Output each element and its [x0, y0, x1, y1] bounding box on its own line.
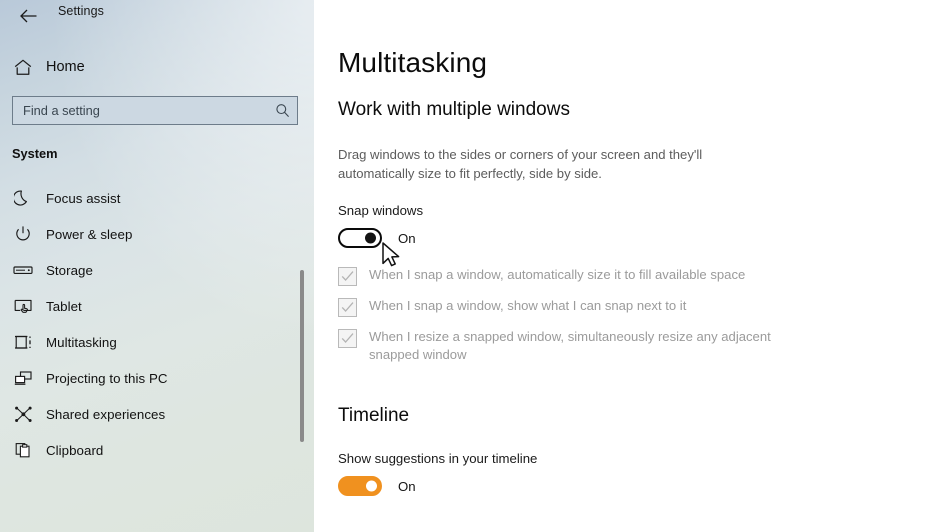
search-input[interactable]: Find a setting — [13, 97, 267, 124]
snap-checkbox-simultaneous-resize[interactable]: When I resize a snapped window, simultan… — [338, 328, 789, 364]
timeline-suggestions-state: On — [398, 478, 416, 494]
timeline-suggestions-label: Show suggestions in your timeline — [338, 451, 538, 466]
checkbox-label: When I snap a window, automatically size… — [369, 267, 746, 282]
timeline-suggestions-switch[interactable] — [338, 476, 382, 496]
checkbox-checked-disabled-icon[interactable] — [338, 329, 357, 348]
snap-windows-toggle[interactable]: On — [338, 228, 416, 248]
storage-icon — [0, 263, 46, 277]
checkbox-checked-disabled-icon[interactable] — [338, 298, 357, 317]
sidebar-item-label: Focus assist — [46, 190, 121, 206]
settings-window: Settings Home Find a setting System Focu… — [0, 0, 944, 532]
sidebar-item-label: Storage — [46, 262, 93, 278]
multitasking-icon — [0, 334, 46, 351]
snap-windows-state: On — [398, 230, 416, 246]
snap-windows-switch[interactable] — [338, 228, 382, 248]
moon-icon — [0, 189, 46, 207]
snap-windows-label: Snap windows — [338, 203, 424, 218]
sidebar-section-title: System — [12, 146, 58, 161]
sidebar-item-focus-assist[interactable]: Focus assist — [0, 180, 300, 216]
checkbox-checked-disabled-icon[interactable] — [338, 267, 357, 286]
sidebar-item-label: Multitasking — [46, 334, 117, 350]
home-icon — [0, 59, 46, 76]
power-icon — [0, 225, 46, 243]
sidebar-item-label: Tablet — [46, 298, 82, 314]
sidebar-item-label: Projecting to this PC — [46, 370, 168, 386]
sidebar-scrollbar-thumb[interactable] — [300, 270, 304, 442]
sidebar-item-label: Shared experiences — [46, 406, 166, 422]
sidebar-nav-list: Focus assist Power & sleep Storage Table… — [0, 180, 300, 468]
sidebar-item-storage[interactable]: Storage — [0, 252, 300, 288]
sidebar-item-multitasking[interactable]: Multitasking — [0, 324, 300, 360]
sidebar-scrollbar[interactable] — [297, 44, 307, 524]
sidebar-item-clipboard[interactable]: Clipboard — [0, 432, 300, 468]
clipboard-icon — [0, 441, 46, 459]
search-box[interactable]: Find a setting — [12, 96, 298, 125]
timeline-suggestions-toggle[interactable]: On — [338, 476, 416, 496]
sidebar-item-home[interactable]: Home — [0, 52, 300, 82]
back-arrow-icon[interactable] — [6, 0, 50, 32]
sidebar: Settings Home Find a setting System Focu… — [0, 0, 314, 532]
checkbox-label: When I snap a window, show what I can sn… — [369, 298, 687, 313]
window-title: Settings — [58, 4, 104, 18]
section-description: Drag windows to the sides or corners of … — [338, 147, 703, 181]
share-nodes-icon — [0, 406, 46, 423]
main-content: Multitasking Work with multiple windows … — [314, 0, 944, 532]
switch-knob — [365, 232, 376, 244]
page-title: Multitasking — [338, 47, 488, 78]
section-heading-work-with-multiple-windows: Work with multiple windows — [338, 99, 570, 120]
checkbox-label: When I resize a snapped window, simultan… — [369, 329, 771, 362]
projecting-icon — [0, 370, 46, 387]
search-icon[interactable] — [267, 103, 297, 118]
snap-checkbox-show-snap-suggestions[interactable]: When I snap a window, show what I can sn… — [338, 297, 686, 317]
sidebar-item-label: Clipboard — [46, 442, 104, 458]
sidebar-item-projecting-to-this-pc[interactable]: Projecting to this PC — [0, 360, 300, 396]
sidebar-item-power-and-sleep[interactable]: Power & sleep — [0, 216, 300, 252]
sidebar-item-tablet[interactable]: Tablet — [0, 288, 300, 324]
sidebar-item-shared-experiences[interactable]: Shared experiences — [0, 396, 300, 432]
tablet-icon — [0, 298, 46, 315]
sidebar-item-label: Power & sleep — [46, 226, 133, 242]
snap-checkbox-fill-available-space[interactable]: When I snap a window, automatically size… — [338, 266, 745, 286]
switch-knob — [366, 480, 377, 492]
section-heading-timeline: Timeline — [338, 405, 410, 426]
sidebar-item-home-label: Home — [46, 59, 85, 75]
